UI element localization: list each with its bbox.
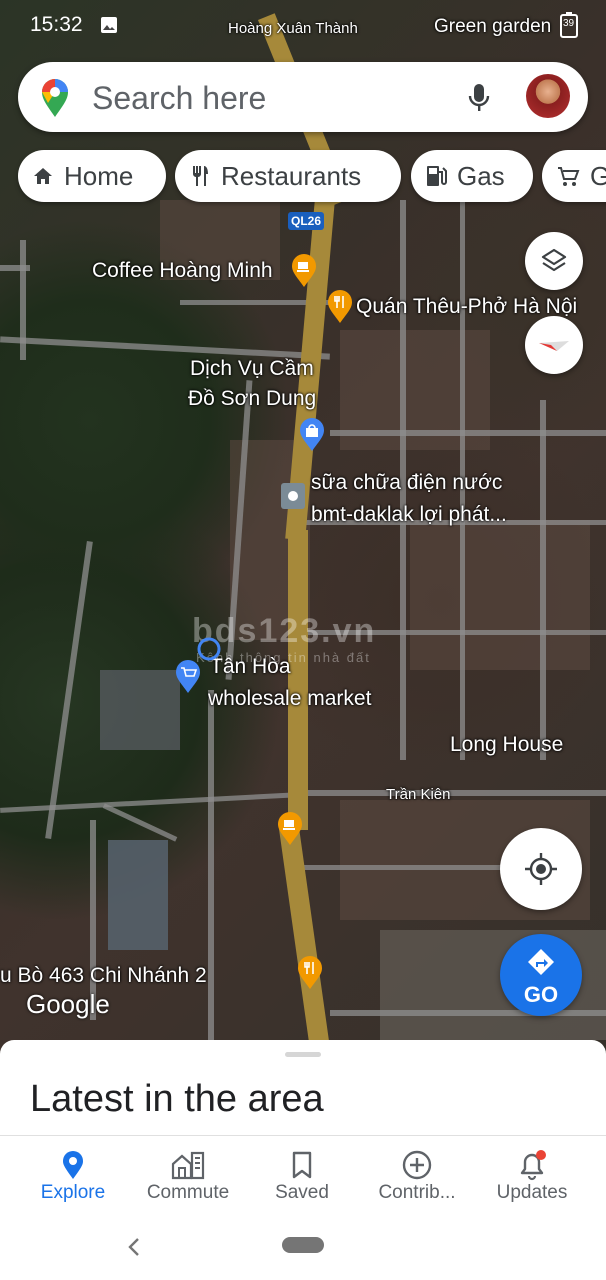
chip-label: Home bbox=[64, 160, 134, 191]
crosshair-icon bbox=[525, 853, 557, 885]
poi-label-coffee[interactable]: Coffee Hoàng Minh bbox=[92, 258, 273, 284]
battery-level: 39 bbox=[563, 18, 575, 29]
compass-icon bbox=[539, 341, 569, 351]
compass-button[interactable] bbox=[525, 316, 583, 374]
chip-label: Restaurants bbox=[221, 160, 362, 191]
chip-home[interactable]: Home bbox=[18, 150, 166, 202]
nav-label: Updates bbox=[496, 1182, 568, 1203]
cafe-pin-icon[interactable] bbox=[276, 812, 304, 846]
commute-icon bbox=[171, 1151, 205, 1180]
status-bar: 15:32 Green garden 39 bbox=[0, 0, 606, 52]
sheet-title: Latest in the area bbox=[30, 1078, 324, 1120]
poi-label-long-house[interactable]: Long House bbox=[450, 732, 563, 758]
coffee-pin-icon[interactable] bbox=[290, 254, 318, 288]
layers-button[interactable] bbox=[525, 232, 583, 290]
poi-label-market-2[interactable]: wholesale market bbox=[208, 686, 371, 712]
search-bar[interactable]: Search here bbox=[18, 62, 588, 132]
nav-label: Commute bbox=[146, 1182, 230, 1203]
home-icon bbox=[34, 168, 52, 184]
category-chips: Home Restaurants Gas G bbox=[18, 150, 606, 204]
nav-explore[interactable]: Explore bbox=[18, 1148, 128, 1204]
road-shield: QL26 bbox=[288, 212, 324, 230]
gallery-icon bbox=[101, 17, 117, 33]
layers-icon bbox=[541, 248, 567, 272]
poi-label-pawn-1[interactable]: Dịch Vụ Cầm bbox=[190, 356, 314, 382]
chip-gas[interactable]: Gas bbox=[411, 150, 533, 202]
poi-label-repair-2[interactable]: bmt-daklak lợi phát... bbox=[311, 502, 507, 528]
pin-icon bbox=[63, 1151, 83, 1179]
poi-label-pawn-2[interactable]: Đồ Sơn Dung bbox=[188, 386, 316, 412]
cart-icon bbox=[558, 167, 580, 186]
shopping-pin-icon[interactable] bbox=[298, 418, 326, 452]
directions-icon bbox=[528, 949, 554, 975]
service-marker-icon[interactable] bbox=[280, 482, 306, 510]
add-circle-icon bbox=[402, 1150, 432, 1180]
poi-label-branch[interactable]: u Bò 463 Chi Nhánh 2 bbox=[0, 963, 207, 989]
poi-label-green-garden[interactable]: Green garden bbox=[434, 14, 551, 40]
nav-commute[interactable]: Commute bbox=[133, 1148, 243, 1204]
system-navigation-bar bbox=[0, 1222, 606, 1280]
nav-saved[interactable]: Saved bbox=[247, 1148, 357, 1204]
status-time: 15:32 bbox=[30, 13, 83, 36]
gas-pump-icon bbox=[427, 166, 447, 186]
sheet-drag-handle[interactable] bbox=[285, 1052, 321, 1057]
bookmark-icon bbox=[292, 1151, 312, 1179]
poi-label-repair-1[interactable]: sữa chữa điện nước bbox=[311, 470, 502, 496]
fork-knife-icon bbox=[193, 166, 208, 186]
go-label: GO bbox=[523, 982, 559, 1007]
nav-label: Saved bbox=[275, 1182, 329, 1203]
microphone-icon[interactable] bbox=[466, 82, 492, 114]
restaurant-pin-icon[interactable] bbox=[296, 956, 324, 990]
watermark-subtitle: Kênh thông tin nhà đất bbox=[196, 650, 371, 665]
location-dot-icon bbox=[197, 637, 221, 661]
back-icon[interactable] bbox=[126, 1236, 142, 1258]
bottom-navigation: Explore Commute Saved Contrib... Updates bbox=[0, 1135, 606, 1224]
maps-logo-icon bbox=[42, 79, 68, 117]
nav-label: Contrib... bbox=[378, 1182, 456, 1203]
home-pill[interactable] bbox=[282, 1237, 324, 1253]
chip-restaurants[interactable]: Restaurants bbox=[175, 150, 401, 202]
my-location-button[interactable] bbox=[500, 828, 582, 910]
google-logo: Google bbox=[26, 989, 110, 1019]
chip-label: Gas bbox=[457, 160, 505, 191]
poi-label-pho[interactable]: Quán Thêu-Phở Hà Nội bbox=[356, 294, 577, 320]
market-pin-icon[interactable] bbox=[174, 660, 202, 694]
nav-updates[interactable]: Updates bbox=[477, 1148, 587, 1204]
restaurant-pin-icon[interactable] bbox=[326, 290, 354, 324]
avatar[interactable] bbox=[526, 74, 570, 118]
bottom-sheet[interactable]: Latest in the area bbox=[0, 1040, 606, 1140]
nav-label: Explore bbox=[40, 1182, 106, 1203]
go-button[interactable]: GO bbox=[500, 934, 582, 1016]
chip-label: G bbox=[590, 160, 606, 191]
chip-shopping[interactable]: G bbox=[542, 150, 606, 202]
street-label-tran-kien: Trần Kiên bbox=[386, 786, 451, 803]
search-input[interactable]: Search here bbox=[92, 80, 266, 117]
bell-icon bbox=[520, 1150, 546, 1181]
nav-contribute[interactable]: Contrib... bbox=[362, 1148, 472, 1204]
